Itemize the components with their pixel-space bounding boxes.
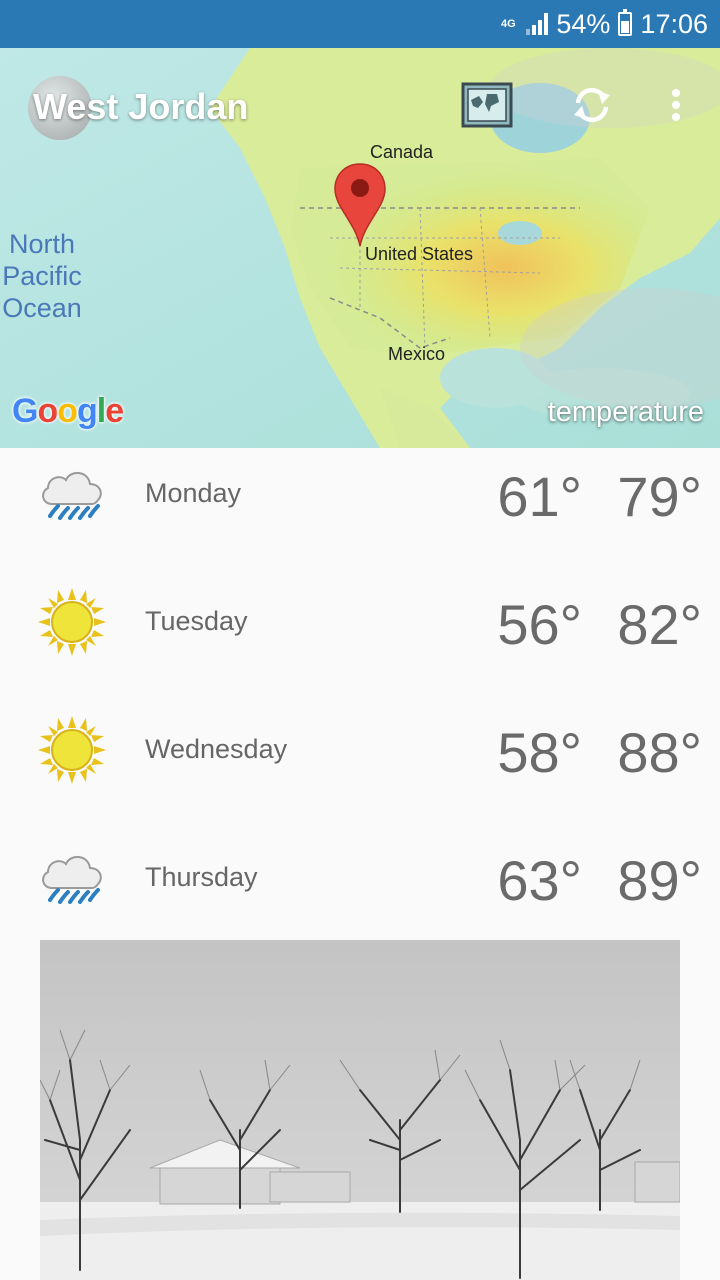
map-layers-icon [461, 82, 513, 128]
ocean-label-line: Pacific [2, 261, 82, 291]
status-bar: 4G 54% 17:06 [0, 0, 720, 48]
more-options-button[interactable] [650, 82, 702, 128]
refresh-button[interactable] [566, 82, 618, 128]
forecast-low: 61° [497, 465, 582, 528]
more-vert-icon [672, 89, 680, 121]
ocean-label: North Pacific Ocean [0, 228, 84, 324]
location-photo[interactable] [40, 940, 680, 1280]
snowy-street-photo [40, 940, 680, 1280]
map-layers-button[interactable] [461, 82, 513, 128]
forecast-day: Thursday [145, 862, 258, 892]
forecast-low: 63° [497, 849, 582, 912]
forecast-row[interactable]: Tuesday 56° 82° [0, 576, 720, 704]
google-logo: Google [12, 392, 124, 430]
forecast-day: Tuesday [145, 606, 248, 636]
network-type-indicator: 4G [501, 18, 516, 30]
location-marker-icon[interactable] [333, 162, 387, 248]
country-label-canada: Canada [370, 142, 434, 162]
forecast-high: 79° [617, 465, 702, 528]
forecast-low: 56° [497, 593, 582, 656]
refresh-icon [574, 87, 610, 123]
forecast-high: 82° [617, 593, 702, 656]
forecast-high: 88° [617, 721, 702, 784]
battery-icon [618, 9, 633, 36]
battery-percent: 54% [556, 8, 611, 39]
forecast-day: Wednesday [145, 734, 288, 764]
city-title: West Jordan [33, 86, 249, 127]
clock: 17:06 [640, 8, 708, 39]
forecast-row[interactable]: Monday 61° 79° [0, 448, 720, 576]
rain-icon [42, 472, 102, 520]
map-layer-label: temperature [547, 396, 704, 428]
sun-icon [38, 716, 106, 784]
signal-strength-icon [526, 13, 549, 35]
forecast-list: Monday 61° 79° Tuesday 56° 82° Wednesday… [0, 448, 720, 960]
forecast-day: Monday [145, 478, 242, 508]
country-label-mexico: Mexico [388, 344, 446, 364]
rain-icon [42, 856, 102, 904]
ocean-label-line: Ocean [2, 293, 82, 323]
forecast-high: 89° [617, 849, 702, 912]
forecast-row[interactable]: Wednesday 58° 88° [0, 704, 720, 832]
weather-map[interactable]: North Pacific Ocean Canada United States… [0, 48, 720, 448]
sun-icon [38, 588, 106, 656]
forecast-low: 58° [497, 721, 582, 784]
ocean-label-line: North [8, 229, 76, 259]
